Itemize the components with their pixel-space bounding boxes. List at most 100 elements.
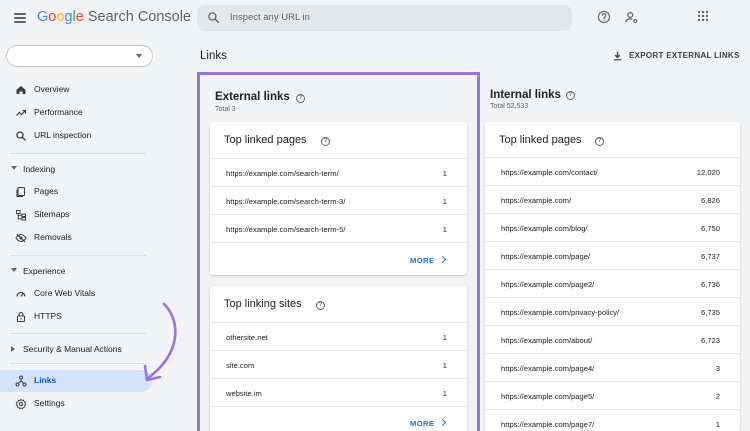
nav-overview[interactable]: Overview [6, 79, 152, 101]
nav-sitemaps[interactable]: Sitemaps [6, 204, 152, 226]
table-row[interactable]: https://example.com/page5/2 [485, 381, 740, 409]
table-row[interactable]: website.im 1 [210, 378, 467, 406]
external-links-total: Total 3 [215, 106, 236, 113]
help-icon[interactable]: ? [566, 91, 575, 100]
nav-settings[interactable]: Settings [6, 393, 152, 415]
table-row[interactable]: https://example.com/6,826 [485, 185, 740, 213]
row-count: 6,826 [700, 196, 720, 205]
row-url: https://example.com/page2/ [501, 280, 595, 289]
nav-https[interactable]: HTTPS [6, 306, 152, 328]
card-title: Top linking sites [224, 298, 302, 310]
row-url: website.im [226, 389, 262, 398]
table-row[interactable]: https://example.com/page2/6,736 [485, 269, 740, 297]
nav-core-web-vitals[interactable]: Core Web Vitals [6, 283, 152, 305]
chevron-right-icon[interactable] [438, 255, 447, 264]
card-title: Top linked pages [224, 134, 307, 146]
property-selector[interactable] [6, 45, 153, 67]
nav-performance[interactable]: Performance [6, 102, 152, 124]
menu-icon[interactable] [14, 13, 26, 23]
table-row[interactable]: https://example.com/contact/12,020 [485, 157, 740, 185]
row-url: https://example.com/contact/ [501, 168, 598, 177]
nav-section-experience[interactable]: Experience [6, 261, 152, 281]
export-external-links-button[interactable]: EXPORT EXTERNAL LINKS [610, 49, 739, 65]
nav-pages[interactable]: Pages [6, 181, 152, 203]
row-count: 3 [715, 364, 720, 373]
row-count: 6,736 [700, 280, 720, 289]
table-row[interactable]: https://example.com/page4/3 [485, 353, 740, 381]
apps-grid-icon[interactable] [697, 10, 709, 22]
table-row[interactable]: https://example.com/search-term-5/ 1 [210, 214, 467, 242]
manage-users-icon[interactable] [624, 10, 639, 25]
section-label: Experience [23, 266, 66, 276]
external-top-linking-sites-card: Top linking sites ? othersite.net 1 site… [210, 286, 467, 431]
nav-label: URL inspection [34, 130, 92, 140]
nav-section-security[interactable]: Security & Manual Actions [6, 339, 152, 359]
chevron-down-icon [136, 54, 142, 58]
top-bar: Google Search Console Inspect any URL in [0, 0, 750, 38]
nav-label: Overview [34, 84, 70, 94]
chevron-right-icon[interactable] [438, 418, 447, 427]
nav-label: Pages [34, 186, 59, 196]
nav-removals[interactable]: Removals [6, 227, 152, 249]
row-url: https://example.com/search-term-5/ [226, 225, 346, 234]
row-url: https://example.com/search-term-3/ [226, 197, 346, 206]
table-row[interactable]: https://example.com/about/6,723 [485, 325, 740, 353]
table-row[interactable]: https://example.com/page/6,737 [485, 241, 740, 269]
nav-label: Core Web Vitals [34, 288, 96, 298]
more-button[interactable]: MORE [410, 256, 434, 265]
search-icon [208, 12, 220, 24]
sidebar-divider [10, 333, 146, 334]
help-icon[interactable]: ? [321, 137, 330, 146]
row-url: https://example.com/about/ [501, 336, 593, 345]
row-count: 1 [715, 420, 720, 429]
removals-icon [15, 233, 27, 243]
table-row[interactable]: https://example.com/search-term-3/ 1 [210, 186, 467, 214]
row-count: 6,735 [700, 308, 720, 317]
table-row[interactable]: othersite.net 1 [210, 322, 467, 350]
sidebar-divider [10, 363, 146, 364]
nav-links[interactable]: Links [0, 370, 152, 392]
row-count: 6,750 [700, 224, 720, 233]
row-url: https://example.com/privacy-policy/ [501, 308, 620, 317]
chevron-down-icon [11, 166, 17, 170]
gear-icon [15, 398, 27, 410]
product-name: Search Console [87, 9, 192, 25]
url-inspection-search[interactable]: Inspect any URL in [197, 5, 572, 31]
internal-top-linked-pages-card: Top linked pages ? https://example.com/c… [485, 122, 740, 431]
google-wordmark: Google [37, 9, 84, 25]
links-icon [15, 375, 27, 387]
row-count: 2 [715, 392, 720, 401]
row-count: 1 [442, 333, 447, 342]
nav-label: Performance [34, 107, 83, 117]
pages-icon [16, 186, 26, 198]
external-top-linked-pages-card: Top linked pages ? https://example.com/s… [210, 122, 467, 275]
table-row[interactable]: https://example.com/privacy-policy/6,735 [485, 297, 740, 325]
nav-url-inspection[interactable]: URL inspection [6, 125, 152, 147]
more-button[interactable]: MORE [410, 419, 434, 428]
table-row[interactable]: https://example.com/search-term/ 1 [210, 158, 467, 186]
table-row[interactable]: site.com 1 [210, 350, 467, 378]
external-links-panel: External links ? Total 3 Top linked page… [197, 72, 480, 431]
section-label: Security & Manual Actions [23, 344, 122, 354]
table-row[interactable]: https://example.com/blog/6,750 [485, 213, 740, 241]
nav-label: Sitemaps [34, 209, 70, 219]
sidebar-divider [10, 153, 146, 154]
help-icon[interactable] [597, 10, 611, 24]
row-count: 1 [442, 197, 447, 206]
chevron-right-icon [11, 346, 15, 352]
help-icon[interactable]: ? [595, 137, 604, 146]
chevron-down-icon [11, 268, 17, 272]
help-icon[interactable]: ? [296, 94, 305, 103]
row-url: https://example.com/search-term/ [226, 169, 339, 178]
nav-section-indexing[interactable]: Indexing [6, 159, 152, 179]
card-title: Top linked pages [499, 134, 582, 146]
card-footer: MORE [210, 406, 467, 431]
table-row[interactable]: https://example.com/page7/1 [485, 409, 740, 431]
nav-label: Links [34, 375, 57, 385]
page-title: Links [200, 50, 227, 62]
sidebar-divider [10, 255, 146, 256]
app-logo[interactable]: Google Search Console [37, 9, 191, 25]
row-url: https://example.com/page7/ [501, 420, 595, 429]
sitemap-icon [16, 210, 26, 221]
help-icon[interactable]: ? [316, 301, 325, 310]
